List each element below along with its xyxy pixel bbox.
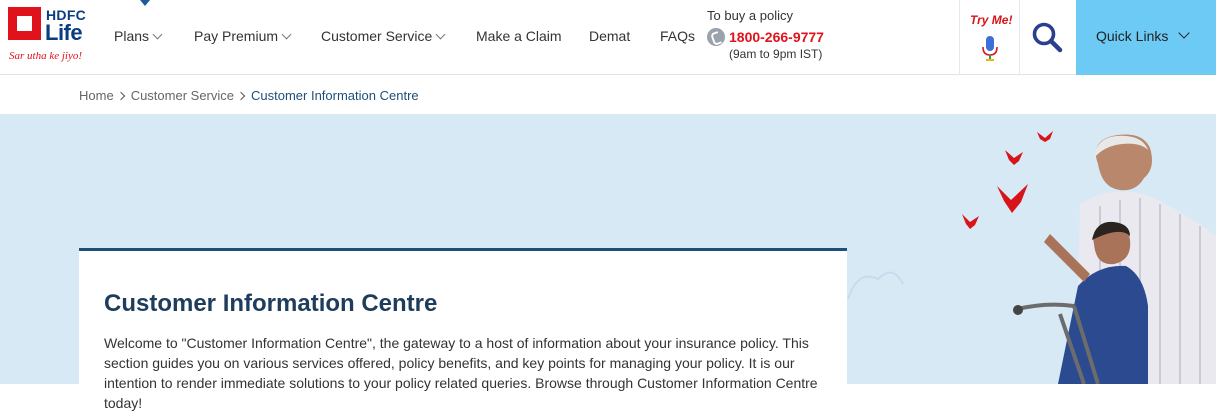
page-title: Customer Information Centre bbox=[104, 290, 438, 317]
chevron-right-icon bbox=[116, 91, 125, 100]
chevron-down-icon bbox=[152, 29, 163, 39]
buy-policy-label: To buy a policy bbox=[707, 8, 793, 23]
logo-mark-icon bbox=[8, 7, 41, 40]
breadcrumb-current: Customer Information Centre bbox=[251, 88, 419, 103]
site-header: HDFC Life Sar utha ke jiyo! Plans Pay Pr… bbox=[0, 0, 1216, 75]
content-card: Customer Information Centre Welcome to "… bbox=[79, 248, 847, 415]
phone-icon bbox=[707, 28, 725, 46]
nav-item-label: Make a Claim bbox=[476, 28, 562, 44]
chevron-down-icon bbox=[435, 29, 446, 39]
search-icon bbox=[1032, 22, 1063, 53]
microphone-icon bbox=[982, 36, 998, 61]
nav-item-label: FAQs bbox=[660, 28, 696, 44]
phone-number-link[interactable]: 1800-266-9777 bbox=[729, 29, 824, 45]
nav-item-label: Plans bbox=[114, 28, 150, 44]
nav-item-make-a-claim[interactable]: Make a Claim bbox=[476, 28, 562, 44]
breadcrumb-home[interactable]: Home bbox=[79, 88, 114, 103]
page-intro-text: Welcome to "Customer Information Centre"… bbox=[104, 335, 818, 411]
chevron-down-icon bbox=[1178, 27, 1190, 39]
nav-item-label: Customer Service bbox=[321, 28, 433, 44]
quick-links-label: Quick Links bbox=[1096, 28, 1169, 44]
breadcrumb-customer-service[interactable]: Customer Service bbox=[131, 88, 234, 103]
nav-item-label: Pay Premium bbox=[194, 28, 279, 44]
logo-name-line2: Life bbox=[45, 20, 83, 45]
voice-search-button[interactable]: Try Me! bbox=[959, 0, 1020, 75]
nav-item-faqs[interactable]: FAQs bbox=[660, 28, 695, 44]
nav-item-pay-premium[interactable]: Pay Premium bbox=[194, 28, 292, 44]
hdfc-life-logo[interactable]: HDFC Life Sar utha ke jiyo! bbox=[8, 6, 96, 66]
chevron-down-icon bbox=[281, 29, 292, 39]
buy-policy-contact: To buy a policy 1800-266-9777 (9am to 9p… bbox=[707, 8, 847, 68]
try-me-label: Try Me! bbox=[970, 13, 1013, 27]
phone-hours: (9am to 9pm IST) bbox=[729, 47, 823, 61]
search-button[interactable] bbox=[1020, 0, 1076, 75]
nav-item-label: Demat bbox=[589, 28, 631, 44]
active-nav-indicator bbox=[140, 0, 150, 6]
nav-item-plans[interactable]: Plans bbox=[114, 28, 163, 44]
logo-tagline: Sar utha ke jiyo! bbox=[9, 50, 83, 62]
nav-item-demat[interactable]: Demat bbox=[589, 28, 630, 44]
quick-links-button[interactable]: Quick Links bbox=[1076, 0, 1216, 75]
breadcrumb: Home Customer Service Customer Informati… bbox=[79, 88, 419, 103]
nav-item-customer-service[interactable]: Customer Service bbox=[321, 28, 446, 44]
chevron-right-icon bbox=[236, 91, 246, 100]
